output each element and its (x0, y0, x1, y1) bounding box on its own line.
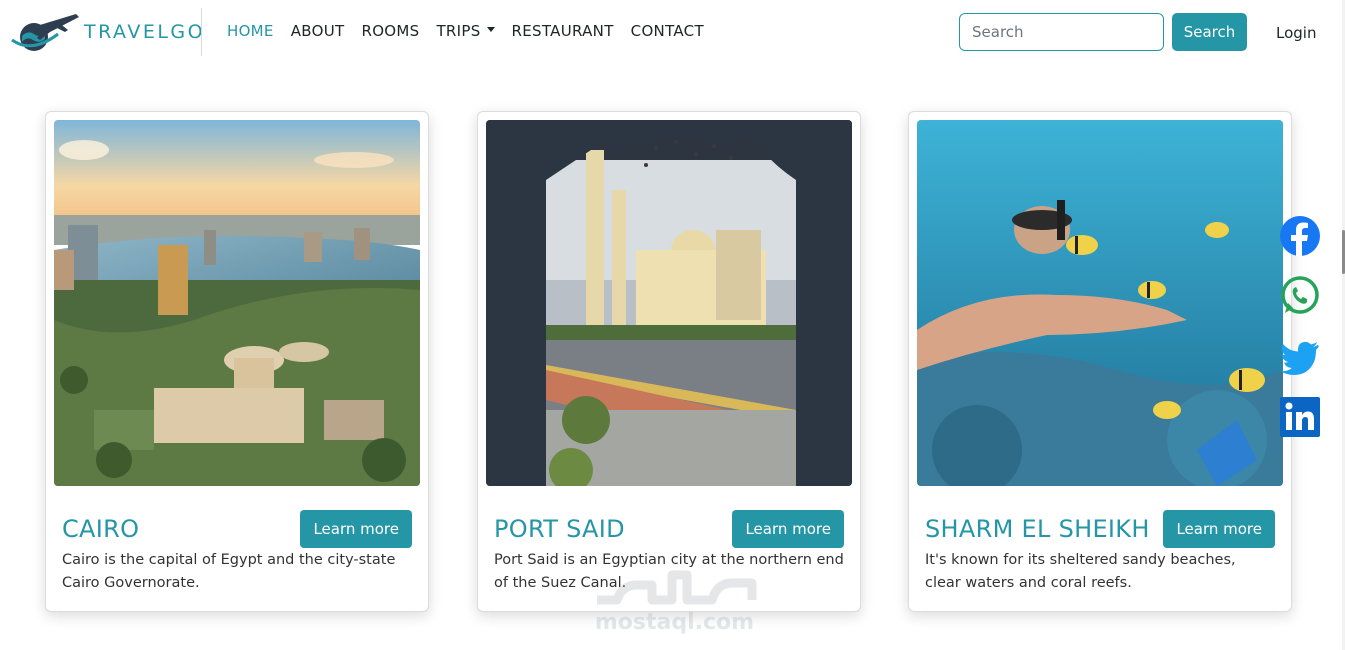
linkedin-icon[interactable] (1279, 396, 1321, 438)
nav-restaurant[interactable]: RESTAURANT (512, 22, 614, 40)
nav-about[interactable]: ABOUT (291, 22, 345, 40)
card-title: PORT SAID (494, 515, 625, 543)
nav-links: HOME ABOUT ROOMS TRIPS RESTAURANT CONTAC… (227, 22, 721, 40)
navbar: TRAVELGO HOME ABOUT ROOMS TRIPS RESTAURA… (0, 0, 1345, 64)
card-text: Port Said is an Egyptian city at the nor… (494, 552, 844, 591)
sharm-el-sheikh-snorkel-photo (917, 120, 1283, 486)
nav-home[interactable]: HOME (227, 22, 274, 40)
card-sharm-el-sheikh: SHARM EL SHEIKH Learn more It's known fo… (908, 111, 1292, 612)
nav-trips-label: TRIPS (436, 22, 481, 40)
search-input[interactable] (959, 13, 1164, 51)
cairo-nile-city-photo (54, 120, 420, 486)
card-text: Cairo is the capital of Egypt and the ci… (62, 552, 396, 591)
navbar-divider (201, 8, 202, 56)
card-cairo: CAIRO Learn more Cairo is the capital of… (45, 111, 429, 612)
card-text: It's known for its sheltered sandy beach… (925, 552, 1236, 591)
card-port-said: PORT SAID Learn more Port Said is an Egy… (477, 111, 861, 612)
learn-more-button[interactable]: Learn more (1163, 510, 1275, 548)
nav-contact[interactable]: CONTACT (631, 22, 704, 40)
caret-down-icon (486, 27, 495, 32)
nav-trips-dropdown[interactable]: TRIPS (436, 22, 495, 40)
whatsapp-icon[interactable] (1279, 275, 1321, 317)
plane-globe-icon (10, 10, 80, 54)
learn-more-button[interactable]: Learn more (300, 510, 412, 548)
login-link[interactable]: Login (1276, 24, 1316, 42)
port-said-mosque-arch-photo (486, 120, 852, 486)
card-title: CAIRO (62, 515, 140, 543)
brand[interactable]: TRAVELGO (10, 10, 205, 54)
learn-more-button[interactable]: Learn more (732, 510, 844, 548)
brand-name: TRAVELGO (84, 21, 206, 43)
card-title: SHARM EL SHEIKH (925, 515, 1150, 543)
watermark-latin: mostaql.com (594, 610, 755, 635)
search-button[interactable]: Search (1172, 13, 1247, 51)
facebook-icon[interactable] (1279, 215, 1321, 257)
nav-rooms[interactable]: ROOMS (361, 22, 419, 40)
twitter-icon[interactable] (1279, 336, 1321, 378)
